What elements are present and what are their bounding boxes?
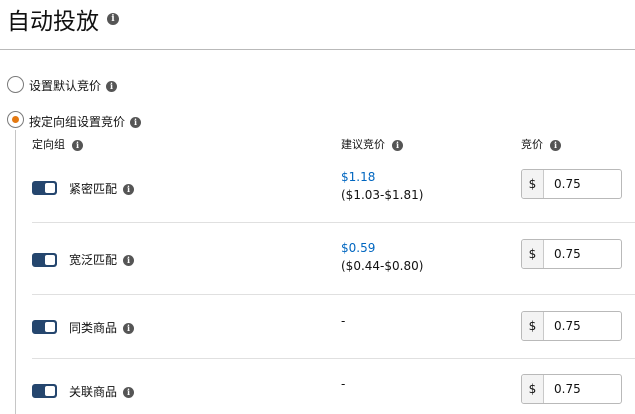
- bid-input[interactable]: [544, 312, 620, 340]
- info-icon[interactable]: i: [123, 387, 135, 398]
- suggested-bid-value[interactable]: $1.18: [341, 168, 423, 186]
- tree-line: [15, 130, 16, 414]
- toggle-switch[interactable]: [32, 384, 57, 398]
- bid-input-group: $: [521, 169, 622, 199]
- header-suggested-bid: 建议竞价 i: [341, 136, 403, 152]
- suggested-bid: $1.18 ($1.03-$1.81): [341, 168, 423, 204]
- targeting-group-bid-text: 按定向组设置竞价: [29, 115, 126, 129]
- bid-input-group: $: [521, 374, 622, 404]
- suggested-bid-value[interactable]: $0.59: [341, 239, 423, 257]
- info-icon[interactable]: i: [550, 139, 561, 151]
- info-icon[interactable]: i: [123, 323, 135, 334]
- info-icon[interactable]: i: [106, 81, 118, 92]
- info-icon[interactable]: i: [130, 117, 142, 128]
- suggested-bid-range: ($1.03-$1.81): [341, 188, 424, 202]
- info-icon[interactable]: i: [123, 184, 135, 195]
- info-icon[interactable]: i: [107, 13, 119, 25]
- row-label: 宽泛匹配 i: [69, 251, 135, 268]
- suggested-bid-value: -: [341, 314, 346, 328]
- divider: [0, 49, 635, 50]
- default-bid-label[interactable]: 设置默认竞价 i: [29, 77, 118, 94]
- targeting-group-bid-radio[interactable]: [7, 111, 24, 128]
- page-title-text: 自动投放: [7, 9, 99, 35]
- currency-symbol: $: [522, 170, 544, 198]
- currency-symbol: $: [522, 312, 544, 340]
- currency-symbol: $: [522, 240, 544, 268]
- table-row: 宽泛匹配 i $0.59 ($0.44-$0.80) $: [32, 223, 635, 294]
- row-label: 同类商品 i: [69, 319, 135, 336]
- default-bid-text: 设置默认竞价: [29, 79, 102, 93]
- bid-input[interactable]: [544, 375, 620, 403]
- table-row: 紧密匹配 i $1.18 ($1.03-$1.81) $: [32, 160, 635, 222]
- row-label: 关联商品 i: [69, 383, 135, 400]
- currency-symbol: $: [522, 375, 544, 403]
- toggle-switch[interactable]: [32, 320, 57, 334]
- suggested-bid: $0.59 ($0.44-$0.80): [341, 239, 423, 275]
- header-bid-text: 竞价: [521, 138, 543, 151]
- row-label: 紧密匹配 i: [69, 180, 135, 197]
- row-name: 同类商品: [69, 321, 118, 335]
- row-name: 关联商品: [69, 385, 118, 399]
- suggested-bid-value: -: [341, 377, 346, 391]
- info-icon[interactable]: i: [392, 139, 403, 151]
- toggle-switch[interactable]: [32, 253, 57, 267]
- bid-input[interactable]: [544, 170, 620, 198]
- header-bid: 竞价 i: [521, 136, 561, 152]
- info-icon[interactable]: i: [123, 255, 135, 266]
- header-targeting-group: 定向组 i: [32, 136, 83, 152]
- row-name: 紧密匹配: [69, 182, 118, 196]
- header-targeting-group-text: 定向组: [32, 138, 65, 151]
- page-title: 自动投放 i: [7, 2, 119, 36]
- bid-input-group: $: [521, 239, 622, 269]
- info-icon[interactable]: i: [72, 139, 83, 151]
- bid-input[interactable]: [544, 240, 620, 268]
- bid-input-group: $: [521, 311, 622, 341]
- header-suggested-bid-text: 建议竞价: [341, 138, 385, 151]
- suggested-bid-range: ($0.44-$0.80): [341, 259, 424, 273]
- targeting-group-bid-label[interactable]: 按定向组设置竞价 i: [29, 113, 142, 130]
- default-bid-radio[interactable]: [7, 76, 24, 93]
- row-name: 宽泛匹配: [69, 253, 118, 267]
- table-row: 同类商品 i - $: [32, 295, 635, 358]
- toggle-switch[interactable]: [32, 181, 57, 195]
- table-row: 关联商品 i - $: [32, 359, 635, 414]
